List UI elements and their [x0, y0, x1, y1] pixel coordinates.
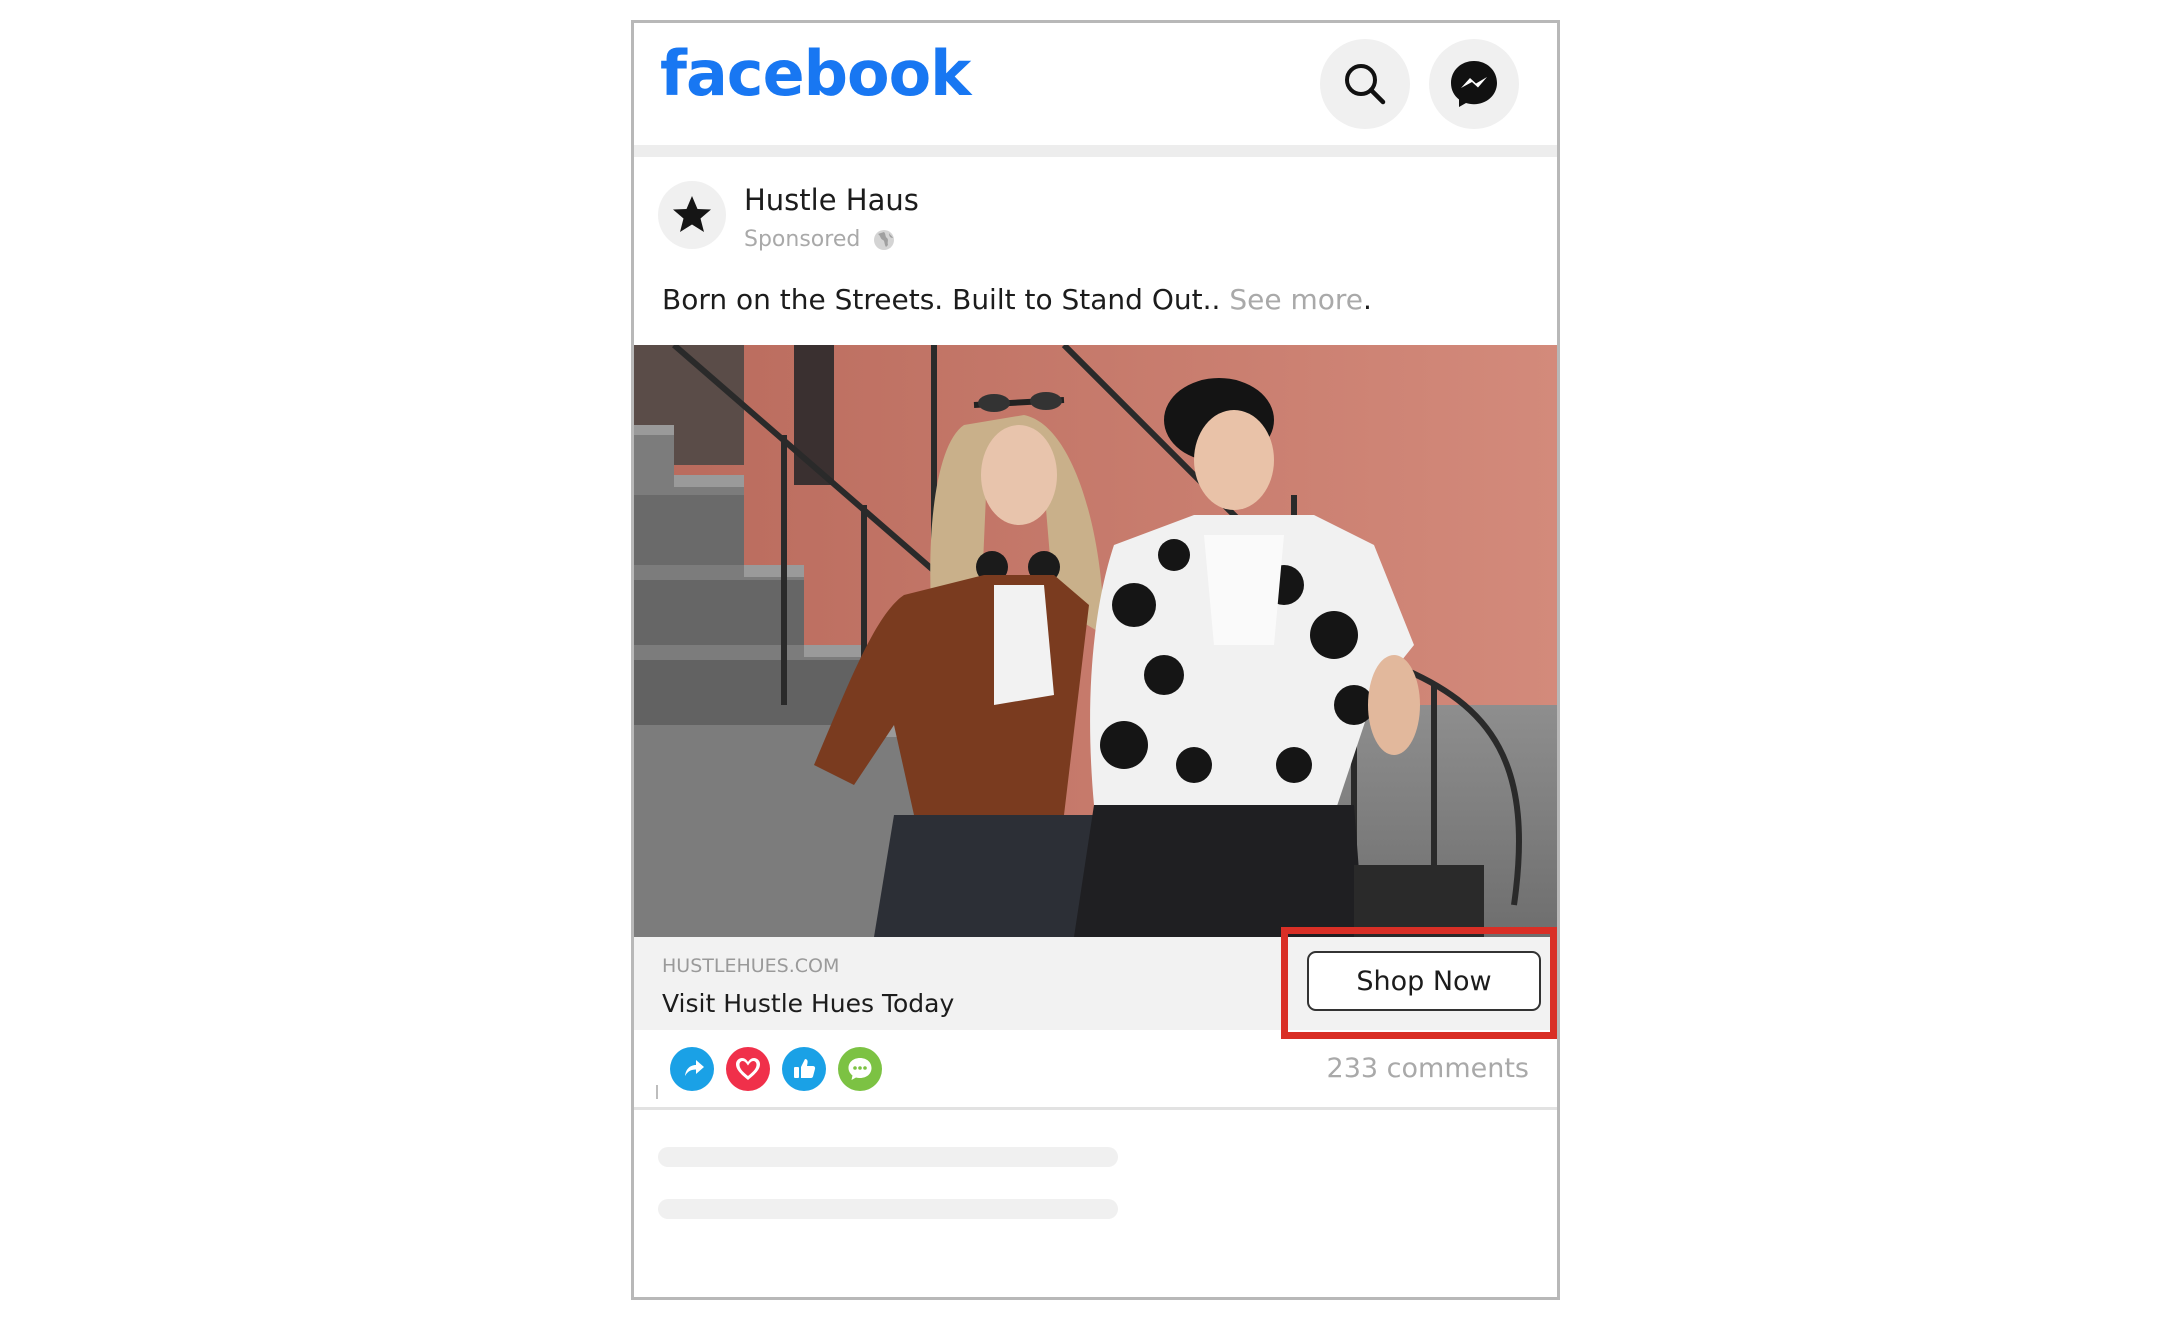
cta-highlight-box	[1281, 927, 1557, 1039]
comments-count[interactable]: 233 comments	[1327, 1053, 1529, 1084]
post-divider	[634, 1107, 1557, 1110]
link-domain: HUSTLEHUES.COM	[662, 955, 840, 977]
facebook-logo[interactable]: facebook	[660, 43, 971, 105]
loading-placeholder-line	[658, 1199, 1118, 1219]
street-fashion-photo	[634, 345, 1557, 937]
love-icon[interactable]	[726, 1047, 770, 1091]
search-icon	[1345, 64, 1386, 105]
star-icon	[673, 196, 711, 232]
post-caption: Born on the Streets. Built to Stand Out.…	[662, 283, 1372, 316]
sponsored-label: Sponsored	[744, 227, 861, 252]
share-icon[interactable]	[670, 1047, 714, 1091]
phone-frame: facebook Hustle Haus Sponsored Born on t…	[631, 20, 1560, 1300]
cursor-tick	[656, 1085, 658, 1099]
page-avatar[interactable]	[658, 181, 726, 249]
comment-icon[interactable]	[838, 1047, 882, 1091]
messenger-button[interactable]	[1429, 39, 1519, 129]
sponsored-row: Sponsored	[744, 227, 896, 252]
caption-end: .	[1362, 283, 1372, 316]
messenger-icon	[1451, 61, 1497, 107]
link-title: Visit Hustle Hues Today	[662, 989, 955, 1018]
see-more-link[interactable]: See more	[1229, 283, 1363, 316]
like-icon[interactable]	[782, 1047, 826, 1091]
loading-placeholder-line	[658, 1147, 1118, 1167]
reaction-icons[interactable]	[670, 1047, 882, 1091]
header-divider	[634, 145, 1557, 157]
caption-text: Born on the Streets. Built to Stand Out.…	[662, 283, 1230, 316]
top-bar: facebook	[634, 23, 1557, 145]
globe-icon	[874, 229, 895, 250]
search-button[interactable]	[1320, 39, 1410, 129]
post-image[interactable]	[634, 345, 1557, 937]
page-name[interactable]: Hustle Haus	[744, 183, 919, 217]
